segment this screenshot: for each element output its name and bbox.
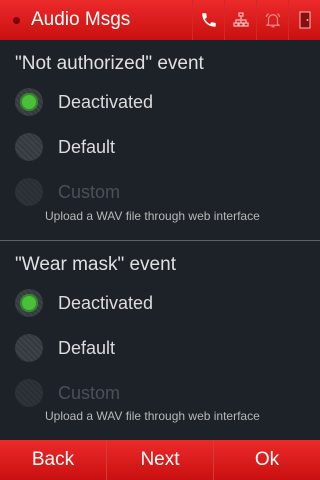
back-button[interactable]: Back bbox=[0, 440, 106, 480]
bell-icon[interactable] bbox=[256, 0, 288, 40]
phone-icon[interactable] bbox=[192, 0, 224, 40]
ok-button[interactable]: Ok bbox=[213, 440, 320, 480]
upload-hint: Upload a WAV file through web interface bbox=[45, 209, 260, 223]
app-header: Audio Msgs bbox=[0, 0, 320, 40]
option-custom: Custom bbox=[15, 177, 120, 207]
option-deactivated[interactable]: Deactivated bbox=[15, 87, 153, 117]
next-button[interactable]: Next bbox=[106, 440, 213, 480]
wear-mask-section: "Wear mask" event Deactivated Default Cu… bbox=[0, 240, 320, 440]
main-content: "Not authorized" event Deactivated Defau… bbox=[0, 40, 320, 440]
option-label: Default bbox=[58, 337, 116, 358]
option-label: Deactivated bbox=[58, 292, 154, 313]
radio-button[interactable] bbox=[15, 133, 43, 161]
upload-hint: Upload a WAV file through web interface bbox=[45, 409, 260, 423]
header-icons bbox=[192, 0, 320, 40]
network-icon[interactable] bbox=[224, 0, 256, 40]
option-default[interactable]: Default bbox=[15, 132, 115, 162]
status-dot bbox=[13, 16, 20, 24]
door-icon[interactable] bbox=[288, 0, 320, 40]
option-label: Default bbox=[58, 136, 116, 157]
option-label: Custom bbox=[58, 181, 121, 202]
not-authorized-section: "Not authorized" event Deactivated Defau… bbox=[0, 40, 320, 240]
option-default[interactable]: Default bbox=[15, 333, 115, 363]
footer-bar: Back Next Ok bbox=[0, 440, 320, 480]
radio-button-disabled bbox=[15, 379, 43, 407]
option-label: Deactivated bbox=[58, 91, 154, 112]
radio-button-disabled bbox=[15, 178, 43, 206]
page-title: Audio Msgs bbox=[31, 9, 131, 30]
option-label: Custom bbox=[58, 382, 121, 403]
radio-button[interactable] bbox=[15, 334, 43, 362]
radio-button-checked[interactable] bbox=[15, 88, 43, 116]
section-title: "Wear mask" event bbox=[15, 254, 176, 275]
option-custom: Custom bbox=[15, 378, 120, 408]
option-deactivated[interactable]: Deactivated bbox=[15, 288, 153, 318]
radio-button-checked[interactable] bbox=[15, 289, 43, 317]
section-title: "Not authorized" event bbox=[15, 53, 204, 74]
